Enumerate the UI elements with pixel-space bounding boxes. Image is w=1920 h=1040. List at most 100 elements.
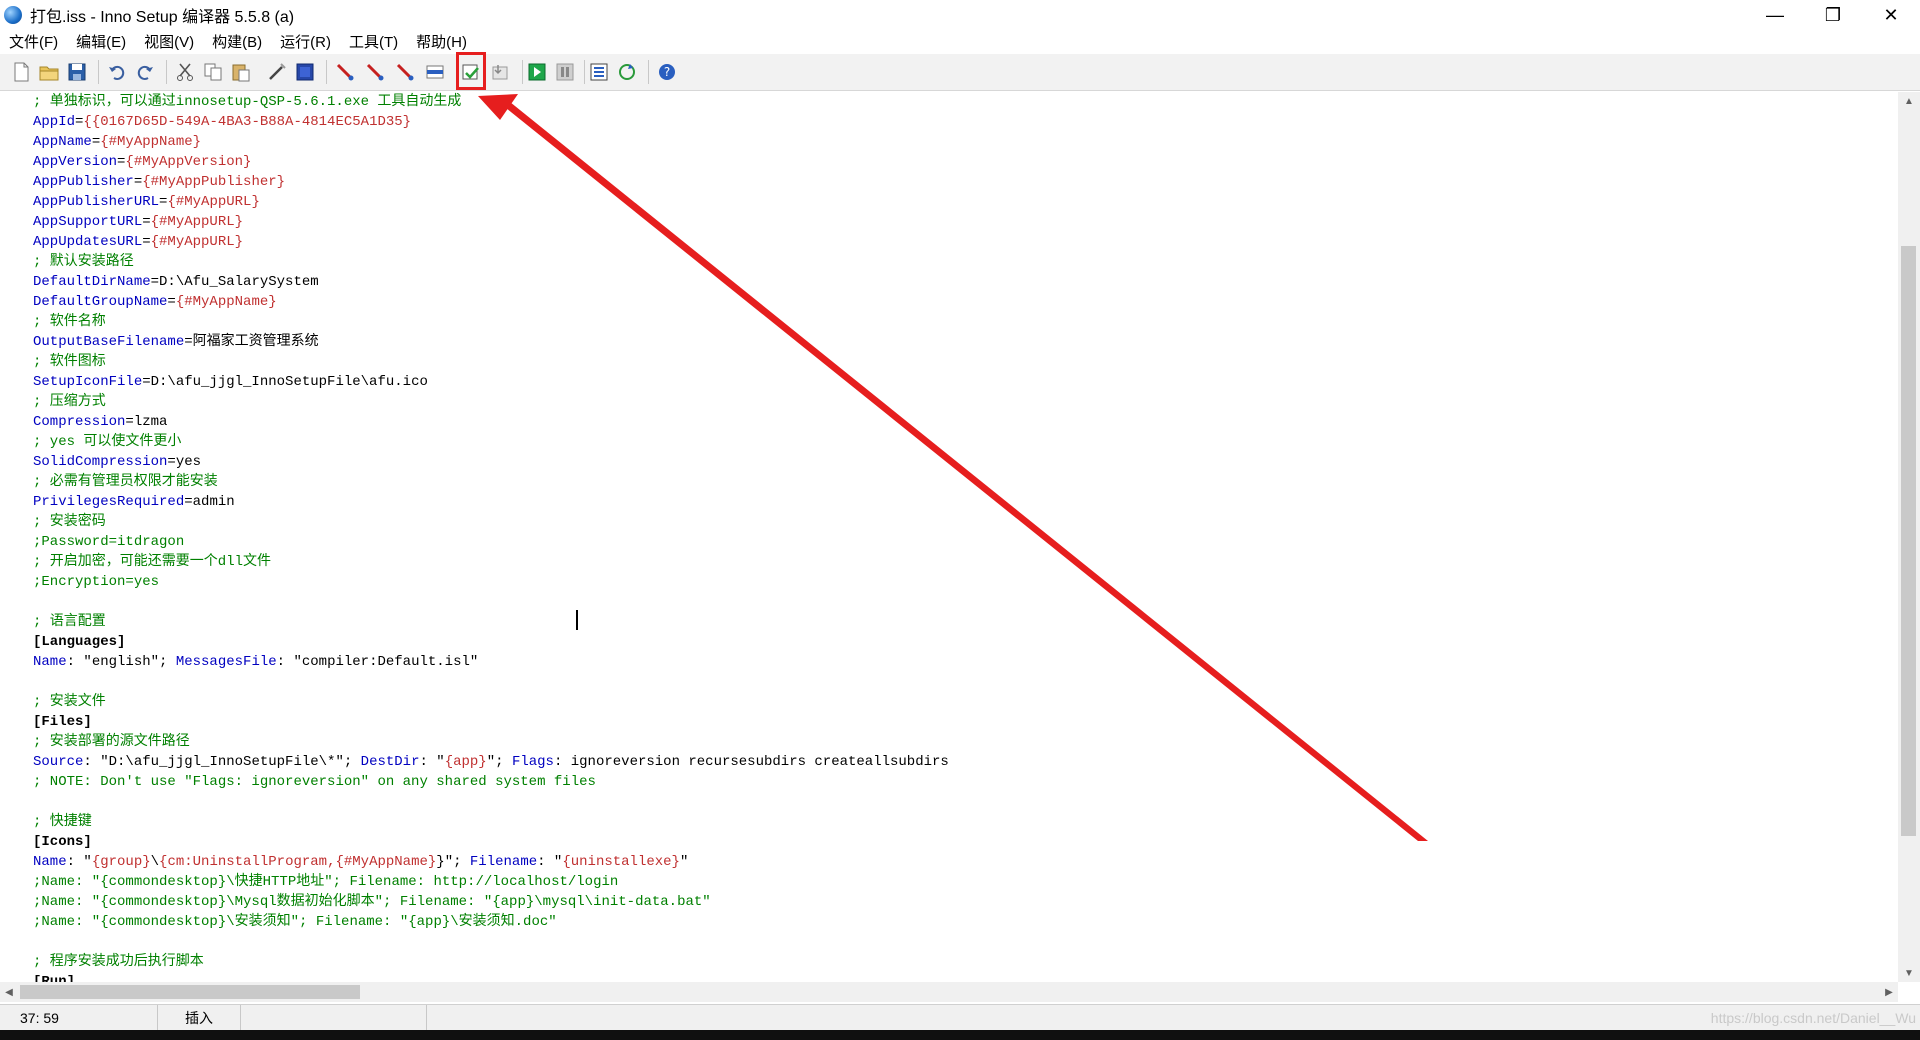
pause-icon[interactable] (554, 61, 576, 83)
cursor-position: 37: 59 (0, 1005, 158, 1031)
paste-icon[interactable] (230, 61, 252, 83)
code-line: PrivilegesRequired=admin (33, 494, 235, 510)
vertical-scrollbar[interactable]: ▲ ▼ (1898, 92, 1920, 982)
menu-file[interactable]: 文件(F) (0, 31, 67, 52)
code-line: [Icons] (33, 834, 92, 850)
title-bar: 打包.iss - Inno Setup 编译器 5.5.8 (a) — ❐ ✕ (0, 0, 1920, 30)
scroll-up-icon[interactable]: ▲ (1898, 92, 1920, 110)
code-line: ; 开启加密，可能还需要一个dll文件 (33, 554, 272, 570)
open-file-icon[interactable] (38, 61, 60, 83)
save-file-icon[interactable] (66, 61, 88, 83)
text-caret (576, 610, 578, 630)
code-line: ; 压缩方式 (33, 394, 106, 410)
code-line: ; 语言配置 (33, 614, 106, 630)
code-line: Name: "english"; MessagesFile: "compiler… (33, 654, 479, 670)
compile-option-2-icon[interactable] (364, 61, 386, 83)
menu-run[interactable]: 运行(R) (271, 31, 340, 52)
undo-icon[interactable] (106, 61, 128, 83)
run-icon[interactable] (526, 61, 548, 83)
code-line: ;Password=itdragon (33, 534, 185, 550)
code-line: ;Name: "{commondesktop}\快捷HTTP地址"; Filen… (33, 874, 619, 890)
menu-tools[interactable]: 工具(T) (340, 31, 407, 52)
toolbar-separator (98, 60, 99, 84)
compile-setup-icon[interactable] (490, 61, 512, 83)
code-line: [Run] (33, 974, 76, 982)
code-line: SetupIconFile=D:\afu_jjgl_InnoSetupFile\… (33, 374, 428, 390)
stop-icon[interactable] (294, 61, 316, 83)
redo-icon[interactable] (134, 61, 156, 83)
cut-icon[interactable] (174, 61, 196, 83)
compile-option-4-icon[interactable] (424, 61, 446, 83)
code-line: Name: "{group}\{cm:UninstallProgram,{#My… (33, 854, 689, 870)
watermark: https://blog.csdn.net/Daniel__Wu (1710, 1010, 1916, 1026)
code-line: [Languages] (33, 634, 126, 650)
toolbar-separator (166, 60, 167, 84)
options-icon[interactable] (588, 61, 610, 83)
code-line: SolidCompression=yes (33, 454, 202, 470)
code-line: AppPublisherURL={#MyAppURL} (33, 194, 260, 210)
insert-mode: 插入 (158, 1005, 241, 1031)
code-line: AppUpdatesURL={#MyAppURL} (33, 234, 244, 250)
code-line: ; NOTE: Don't use "Flags: ignoreversion"… (33, 774, 596, 790)
copy-icon[interactable] (202, 61, 224, 83)
editor-gutter (0, 92, 28, 982)
menu-help[interactable]: 帮助(H) (407, 31, 476, 52)
code-line: ; 安装文件 (33, 694, 106, 710)
code-line: AppId={{0167D65D-549A-4BA3-B88A-4814EC5A… (33, 114, 412, 130)
vertical-scroll-thumb[interactable] (1901, 246, 1916, 836)
code-line: ; yes 可以使文件更小 (33, 434, 182, 450)
maximize-button[interactable]: ❐ (1804, 0, 1862, 30)
script-code[interactable]: ; 单独标识，可以通过innosetup-QSP-5.6.1.exe 工具自动生… (33, 92, 949, 982)
code-line: AppSupportURL={#MyAppURL} (33, 214, 244, 230)
menu-edit[interactable]: 编辑(E) (67, 31, 135, 52)
status-empty-cell (240, 1005, 427, 1031)
scroll-down-icon[interactable]: ▼ (1898, 964, 1920, 982)
code-line: ;Name: "{commondesktop}\Mysql数据初始化脚本"; F… (33, 894, 711, 910)
wizard-icon[interactable] (266, 61, 288, 83)
window-controls: — ❐ ✕ (1746, 0, 1920, 30)
code-line: DefaultGroupName={#MyAppName} (33, 294, 277, 310)
code-editor[interactable]: ; 单独标识，可以通过innosetup-QSP-5.6.1.exe 工具自动生… (0, 92, 1898, 982)
code-line: ; 默认安装路径 (33, 254, 134, 270)
code-line: AppVersion={#MyAppVersion} (33, 154, 252, 170)
code-line: ; 软件名称 (33, 314, 106, 330)
scroll-right-icon[interactable]: ▶ (1880, 982, 1898, 1002)
toolbar-separator (648, 60, 649, 84)
horizontal-scrollbar[interactable]: ◀ ▶ (0, 982, 1898, 1002)
toolbar: ? (0, 54, 1920, 91)
app-icon (4, 6, 22, 24)
code-line: Source: "D:\afu_jjgl_InnoSetupFile\*"; D… (33, 754, 949, 770)
status-bar: 37: 59 插入 https://blog.csdn.net/Daniel__… (0, 1004, 1920, 1031)
code-line: ;Name: "{commondesktop}\安装须知"; Filename:… (33, 914, 557, 930)
code-line: ; 安装密码 (33, 514, 106, 530)
code-line: ; 必需有管理员权限才能安装 (33, 474, 218, 490)
code-line: ;Encryption=yes (33, 574, 160, 590)
compile-highlight-box (456, 52, 486, 90)
code-line: Compression=lzma (33, 414, 168, 430)
minimize-button[interactable]: — (1746, 0, 1804, 30)
close-button[interactable]: ✕ (1862, 0, 1920, 30)
horizontal-scroll-thumb[interactable] (20, 985, 360, 999)
code-line: ; 单独标识，可以通过innosetup-QSP-5.6.1.exe 工具自动生… (33, 94, 462, 110)
code-line: OutputBaseFilename=阿福家工资管理系统 (33, 334, 319, 350)
window-title: 打包.iss - Inno Setup 编译器 5.5.8 (a) (30, 9, 295, 26)
menu-view[interactable]: 视图(V) (135, 31, 203, 52)
help-icon[interactable]: ? (656, 61, 678, 83)
compile-option-1-icon[interactable] (334, 61, 356, 83)
toolbar-separator (584, 60, 585, 84)
code-line: ; 程序安装成功后执行脚本 (33, 954, 204, 970)
code-line: [Files] (33, 714, 92, 730)
code-line: ; 快捷键 (33, 814, 92, 830)
code-line: ; 软件图标 (33, 354, 106, 370)
compile-option-3-icon[interactable] (394, 61, 416, 83)
code-line: DefaultDirName=D:\Afu_SalarySystem (33, 274, 319, 290)
menu-build[interactable]: 构建(B) (203, 31, 271, 52)
scroll-left-icon[interactable]: ◀ (0, 982, 18, 1002)
toolbar-separator (326, 60, 327, 84)
new-file-icon[interactable] (10, 61, 32, 83)
toolbar-separator (522, 60, 523, 84)
code-line: ; 安装部署的源文件路径 (33, 734, 190, 750)
refresh-icon[interactable] (616, 61, 638, 83)
taskbar (0, 1030, 1920, 1040)
svg-text:?: ? (664, 65, 670, 79)
